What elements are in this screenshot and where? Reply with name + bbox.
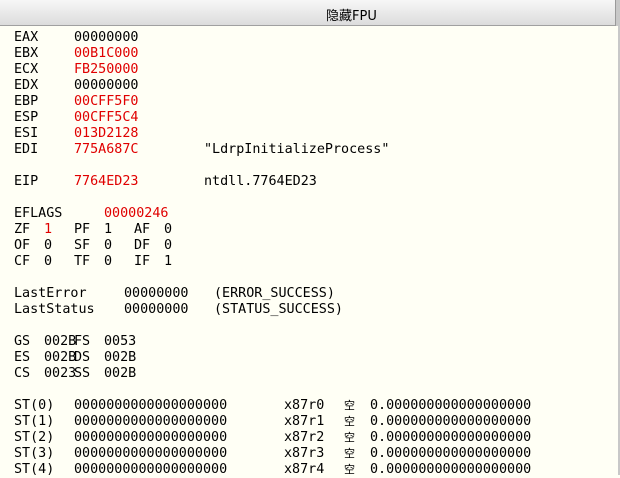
flag-name: PF bbox=[74, 222, 91, 237]
last-error-label: LastError bbox=[14, 286, 87, 301]
fpu-st-name: ST(3) bbox=[14, 446, 55, 461]
segment-name: CS bbox=[14, 366, 31, 381]
fpu-register-name: x87r3 bbox=[284, 446, 325, 461]
fpu-raw-value[interactable]: 0000000000000000000 bbox=[74, 414, 227, 430]
fpu-st-name: ST(4) bbox=[14, 462, 55, 477]
segment-value-ds[interactable]: 002B bbox=[104, 350, 136, 366]
last-status-text: (STATUS_SUCCESS) bbox=[214, 302, 343, 317]
flag-value-cf[interactable]: 0 bbox=[44, 254, 52, 270]
register-comment: "LdrpInitializeProcess" bbox=[204, 142, 390, 157]
last-error-text: (ERROR_SUCCESS) bbox=[214, 286, 335, 301]
flag-name: SF bbox=[74, 238, 91, 253]
fpu-raw-value[interactable]: 0000000000000000000 bbox=[74, 446, 227, 462]
register-name: EBX bbox=[14, 46, 39, 61]
flag-name: IF bbox=[134, 254, 151, 269]
flag-value-pf[interactable]: 1 bbox=[104, 222, 112, 238]
segment-name: ES bbox=[14, 350, 31, 365]
segment-value-fs[interactable]: 0053 bbox=[104, 334, 136, 350]
register-name: EIP bbox=[14, 174, 39, 189]
register-value[interactable]: 00000000 bbox=[74, 78, 139, 94]
segment-name: FS bbox=[74, 334, 91, 349]
flag-name: OF bbox=[14, 238, 31, 253]
register-name: ECX bbox=[14, 62, 39, 77]
hide-fpu-button[interactable]: 隐藏FPU bbox=[0, 5, 620, 24]
register-value[interactable]: 775A687C bbox=[74, 142, 139, 158]
fpu-float-value[interactable]: 0.000000000000000000 bbox=[370, 446, 531, 462]
fpu-st-name: ST(2) bbox=[14, 430, 55, 445]
segment-value-ss[interactable]: 002B bbox=[104, 366, 136, 382]
register-name: EBP bbox=[14, 94, 39, 109]
header-edge bbox=[615, 0, 620, 26]
flag-name: DF bbox=[134, 238, 151, 253]
register-value[interactable]: 00000246 bbox=[104, 206, 169, 222]
segment-name: SS bbox=[74, 366, 91, 381]
fpu-raw-value[interactable]: 0000000000000000000 bbox=[74, 430, 227, 446]
register-value[interactable]: FB250000 bbox=[74, 62, 139, 78]
fpu-tag: 空 bbox=[344, 431, 355, 444]
flag-value-af[interactable]: 0 bbox=[164, 222, 172, 238]
register-name: EDX bbox=[14, 78, 39, 93]
segment-value-cs[interactable]: 0023 bbox=[44, 366, 76, 382]
fpu-tag: 空 bbox=[344, 447, 355, 460]
register-value[interactable]: 00000000 bbox=[74, 30, 139, 46]
fpu-st-name: ST(0) bbox=[14, 398, 55, 413]
fpu-register-name: x87r1 bbox=[284, 414, 325, 429]
segment-name: GS bbox=[14, 334, 31, 349]
last-error-value[interactable]: 00000000 bbox=[124, 286, 189, 302]
fpu-st-name: ST(1) bbox=[14, 414, 55, 429]
fpu-tag: 空 bbox=[344, 463, 355, 476]
fpu-float-value[interactable]: 0.000000000000000000 bbox=[370, 462, 531, 478]
fpu-raw-value[interactable]: 0000000000000000000 bbox=[74, 398, 227, 414]
register-value[interactable]: 00CFF5F0 bbox=[74, 94, 139, 110]
segment-value-es[interactable]: 002B bbox=[44, 350, 76, 366]
register-value[interactable]: 00B1C000 bbox=[74, 46, 139, 62]
segment-name: DS bbox=[74, 350, 91, 365]
register-value[interactable]: 013D2128 bbox=[74, 126, 139, 142]
fpu-float-value[interactable]: 0.000000000000000000 bbox=[370, 398, 531, 414]
register-name: ESI bbox=[14, 126, 39, 141]
fpu-tag: 空 bbox=[344, 415, 355, 428]
register-comment: ntdll.7764ED23 bbox=[204, 174, 317, 189]
flag-value-of[interactable]: 0 bbox=[44, 238, 52, 254]
fpu-float-value[interactable]: 0.000000000000000000 bbox=[370, 430, 531, 446]
segment-value-gs[interactable]: 002B bbox=[44, 334, 76, 350]
register-name: EDI bbox=[14, 142, 39, 157]
last-status-label: LastStatus bbox=[14, 302, 95, 317]
flag-value-df[interactable]: 0 bbox=[164, 238, 172, 254]
flag-value-if[interactable]: 1 bbox=[164, 254, 172, 270]
register-value[interactable]: 7764ED23 bbox=[74, 174, 139, 190]
flag-value-sf[interactable]: 0 bbox=[104, 238, 112, 254]
register-name: EAX bbox=[14, 30, 39, 45]
fpu-register-name: x87r0 bbox=[284, 398, 325, 413]
register-panel-header: 隐藏FPU bbox=[0, 0, 620, 26]
fpu-tag: 空 bbox=[344, 399, 355, 412]
register-name: ESP bbox=[14, 110, 39, 125]
flag-name: ZF bbox=[14, 222, 31, 237]
fpu-raw-value[interactable]: 0000000000000000000 bbox=[74, 462, 227, 478]
flag-name: CF bbox=[14, 254, 31, 269]
flag-value-tf[interactable]: 0 bbox=[104, 254, 112, 270]
last-status-value[interactable]: 00000000 bbox=[124, 302, 189, 318]
flag-value-zf[interactable]: 1 bbox=[44, 222, 52, 238]
fpu-float-value[interactable]: 0.000000000000000000 bbox=[370, 414, 531, 430]
fpu-register-name: x87r2 bbox=[284, 430, 325, 445]
register-value[interactable]: 00CFF5C4 bbox=[74, 110, 139, 126]
flag-name: AF bbox=[134, 222, 151, 237]
register-name: EFLAGS bbox=[14, 206, 63, 221]
fpu-register-name: x87r4 bbox=[284, 462, 325, 477]
flag-name: TF bbox=[74, 254, 91, 269]
